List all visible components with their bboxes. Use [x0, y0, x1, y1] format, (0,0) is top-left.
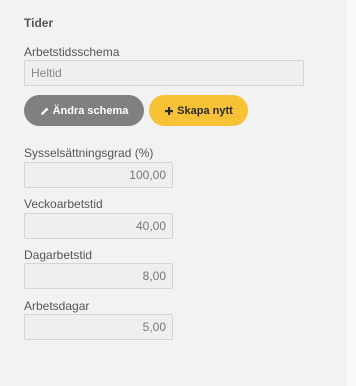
work-days-field[interactable]: 5,00	[24, 314, 173, 340]
employment-rate-field[interactable]: 100,00	[24, 162, 173, 188]
schedule-label: Arbetstidsschema	[24, 45, 120, 59]
daily-hours-label: Dagarbetstid	[24, 248, 93, 262]
weekly-hours-field[interactable]: 40,00	[24, 213, 173, 239]
employment-rate-label: Sysselsättningsgrad (%)	[24, 146, 154, 160]
daily-hours-field[interactable]: 8,00	[24, 263, 173, 289]
scroll-edge	[346, 0, 356, 386]
work-days-label: Arbetsdagar	[24, 299, 90, 313]
pencil-icon	[40, 106, 50, 116]
create-new-label: Skapa nytt	[177, 104, 233, 117]
weekly-hours-label: Veckoarbetstid	[24, 197, 103, 211]
plus-icon	[164, 106, 174, 116]
section-title: Tider	[24, 16, 54, 30]
times-panel: Tider Arbetstidsschema Heltid Ändra sche…	[0, 0, 346, 386]
create-new-button[interactable]: Skapa nytt	[149, 95, 248, 126]
schedule-field[interactable]: Heltid	[24, 60, 304, 86]
edit-schedule-label: Ändra schema	[52, 104, 129, 117]
edit-schedule-button[interactable]: Ändra schema	[24, 95, 144, 126]
